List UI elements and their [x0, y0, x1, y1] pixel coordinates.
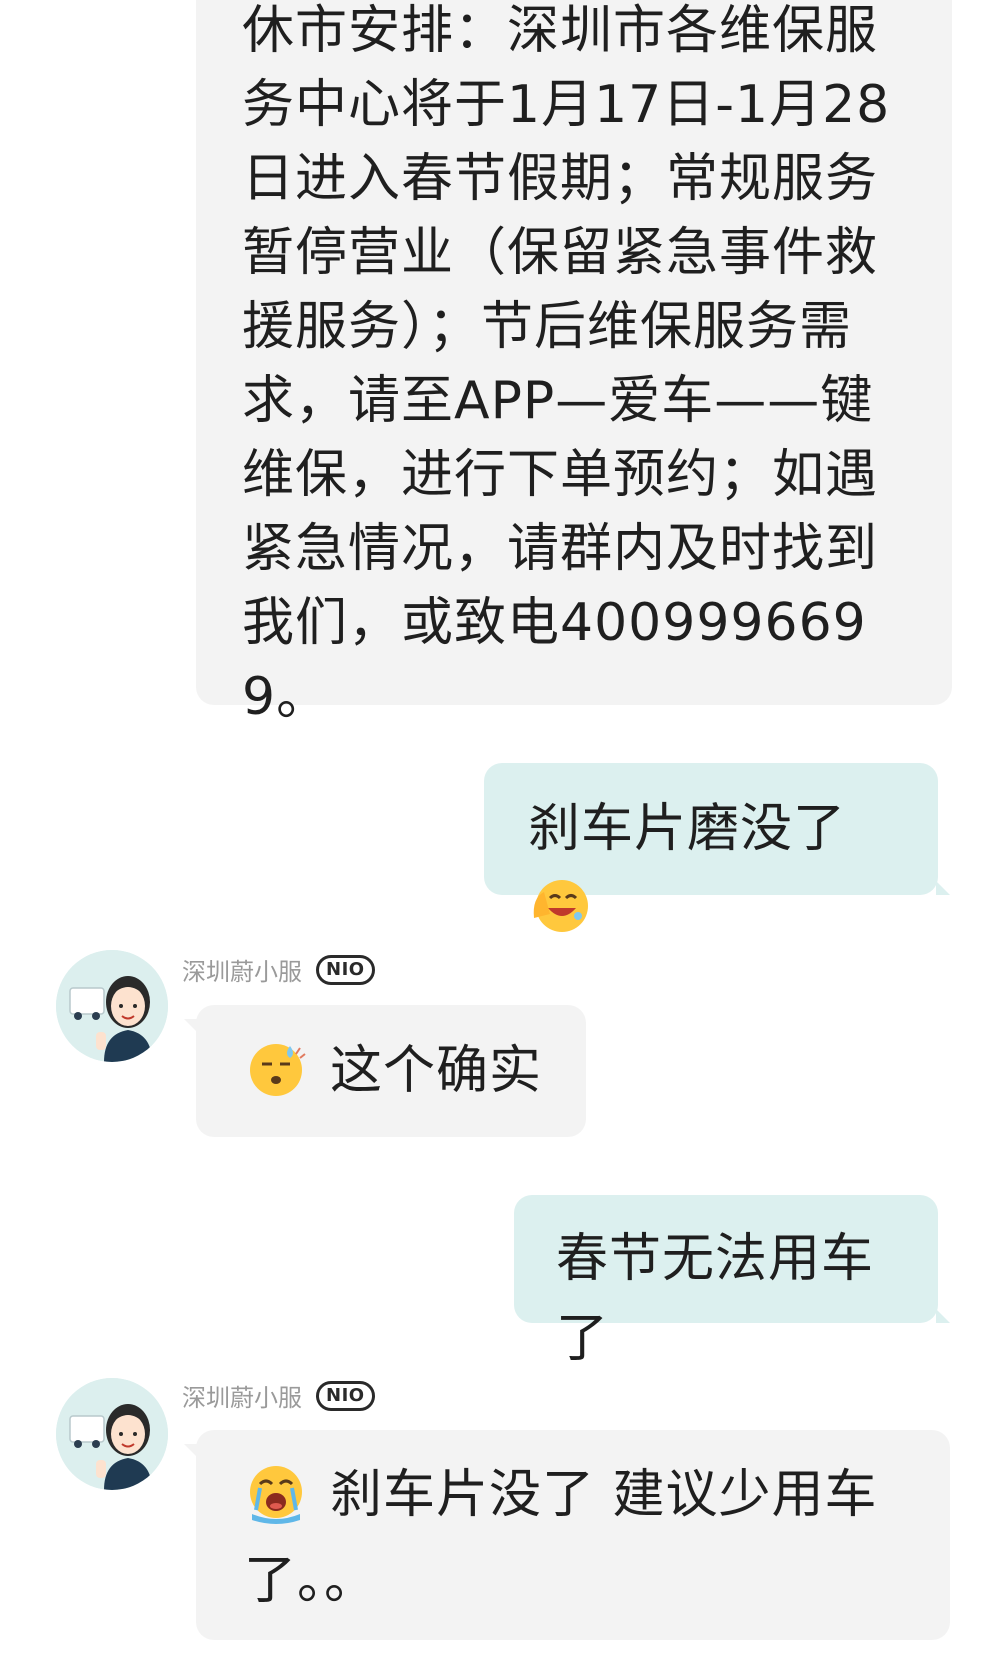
customer-service-avatar-icon [56, 1378, 168, 1490]
sender-info: 深圳蔚小服 NIO [182, 952, 375, 987]
message-bubble-incoming[interactable]: 休市安排：深圳市各维保服务中心将于1月17日-1月28日进入春节假期；常规服务暂… [196, 0, 952, 727]
brand-badge: NIO [316, 1380, 375, 1411]
sweat-face-icon [244, 1036, 308, 1100]
message-bubble-outgoing[interactable]: 春节无法用车了 [514, 1195, 950, 1369]
message-text: 休市安排：深圳市各维保服务中心将于1月17日-1月28日进入春节假期；常规服务暂… [242, 1, 891, 727]
avatar[interactable] [56, 950, 168, 1062]
message-text: 刹车片没了 建议少用车了。。 [244, 1465, 878, 1611]
avatar[interactable] [56, 1378, 168, 1490]
sender-name: 深圳蔚小服 [182, 1384, 302, 1412]
chat-thread: 休市安排：深圳市各维保服务中心将于1月17日-1月28日进入春节假期；常规服务暂… [0, 0, 1000, 1663]
face-palm-laughing-icon [528, 874, 592, 938]
sender-info: 深圳蔚小服 NIO [182, 1378, 375, 1413]
message-text: 刹车片磨没了 [528, 799, 847, 859]
message-bubble-outgoing[interactable]: 刹车片磨没了 [484, 763, 950, 932]
brand-badge: NIO [316, 954, 375, 985]
sender-name: 深圳蔚小服 [182, 958, 302, 986]
crying-face-icon [244, 1460, 308, 1524]
message-text: 这个确实 [330, 1041, 543, 1101]
customer-service-avatar-icon [56, 950, 168, 1062]
message-text: 春节无法用车了 [556, 1229, 875, 1369]
message-bubble-incoming[interactable]: 这个确实 [184, 1005, 586, 1137]
message-bubble-incoming[interactable]: 刹车片没了 建议少用车了。。 [184, 1430, 950, 1640]
